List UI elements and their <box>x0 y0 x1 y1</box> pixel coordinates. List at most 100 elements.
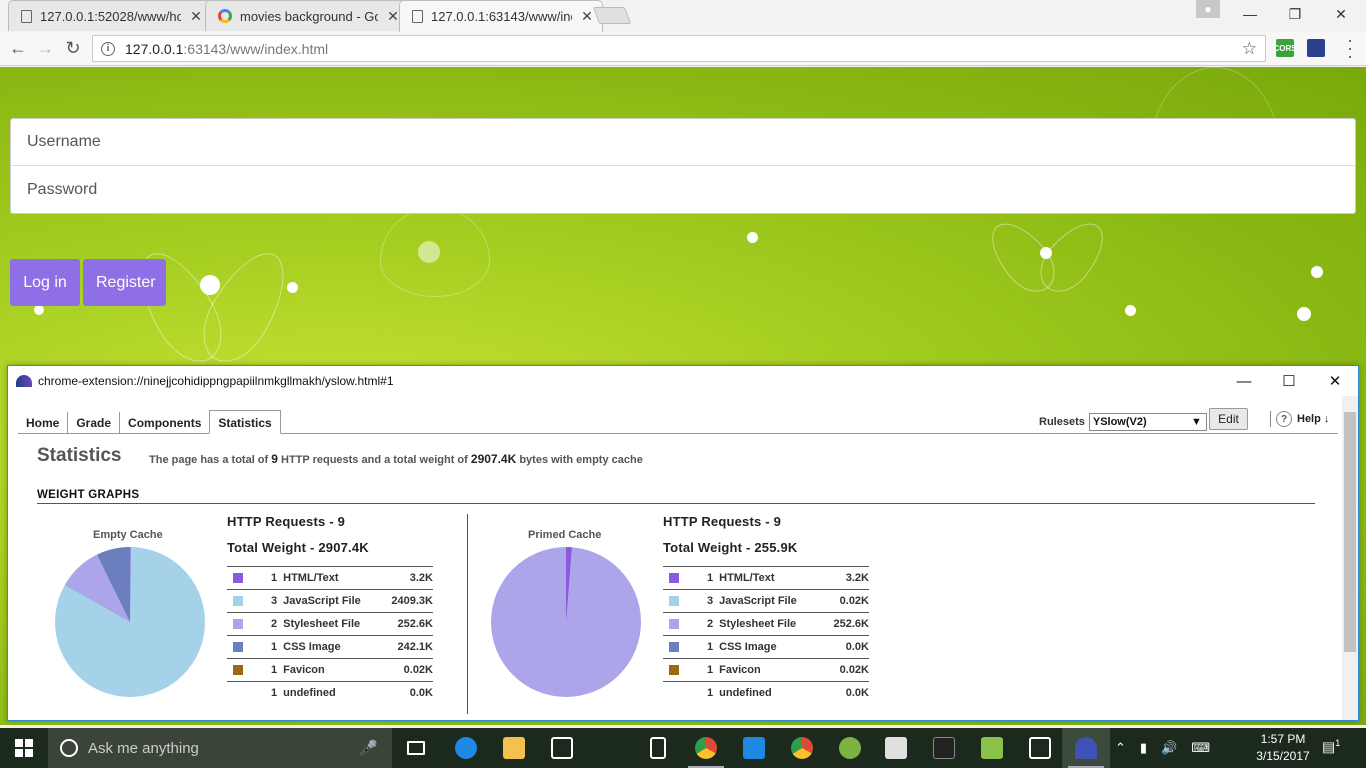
summary-text: HTTP requests and a total weight of <box>281 454 468 466</box>
background-dot <box>200 275 220 295</box>
clock[interactable]: 1:57 PM 3/15/2017 <box>1253 731 1313 765</box>
browser-tab-strip: 127.0.0.1:52028/www/ho ✕ movies backgrou… <box>0 0 1366 32</box>
password-input[interactable] <box>11 166 1355 213</box>
store-icon[interactable] <box>538 728 586 768</box>
close-window-button[interactable]: ✕ <box>1318 0 1364 28</box>
primed-cache-total-weight: Total Weight - 255.9K <box>663 540 798 555</box>
reload-icon[interactable]: ↻ <box>60 35 86 61</box>
row-type: Favicon <box>283 664 325 676</box>
login-button[interactable]: Log in <box>10 259 80 306</box>
tab-grade[interactable]: Grade <box>68 412 121 434</box>
row-count: 3 <box>707 595 714 607</box>
edge-icon[interactable] <box>442 728 490 768</box>
document-icon <box>412 10 423 23</box>
minimize-button[interactable]: — <box>1227 0 1273 28</box>
bookmark-star-icon[interactable]: ☆ <box>1242 39 1257 59</box>
tab-components[interactable]: Components <box>120 412 209 434</box>
row-count: 1 <box>271 687 278 699</box>
windows-logo-icon <box>15 739 33 757</box>
row-type: Stylesheet File <box>719 618 797 630</box>
stats-row: 1 CSS Image 0.0K <box>663 635 869 658</box>
color-swatch <box>233 573 243 583</box>
row-size: 252.6K <box>833 618 869 630</box>
address-bar[interactable]: i 127.0.0.1:63143/www/index.html ☆ <box>92 35 1266 62</box>
row-count: 1 <box>707 641 714 653</box>
background-dot <box>1125 305 1136 316</box>
restore-button[interactable]: ❐ <box>1272 0 1318 28</box>
clock-date: 3/15/2017 <box>1256 749 1310 763</box>
username-input[interactable] <box>11 119 1355 166</box>
photos-icon[interactable] <box>1016 728 1064 768</box>
close-icon[interactable]: ✕ <box>189 8 203 25</box>
browser-tab-2[interactable]: movies background - Go ✕ <box>205 0 409 31</box>
show-hidden-icons-icon[interactable]: ⌃ <box>1115 740 1126 756</box>
green-app-icon[interactable] <box>968 728 1016 768</box>
yslow-extension-icon[interactable] <box>1307 39 1325 57</box>
dropdown-arrow-icon: ▼ <box>1190 416 1202 428</box>
forward-icon[interactable]: → <box>32 35 58 61</box>
help-label[interactable]: Help ↓ <box>1297 413 1329 425</box>
chrome-icon-2[interactable] <box>778 728 826 768</box>
statistics-summary: The page has a total of 9 HTTP requests … <box>149 452 643 466</box>
back-icon[interactable]: ← <box>5 35 31 61</box>
battery-icon[interactable]: ▮ <box>1140 740 1147 756</box>
file-explorer-icon[interactable] <box>490 728 538 768</box>
chrome-icon[interactable] <box>682 728 730 768</box>
url-host: 127.0.0.1 <box>125 40 184 57</box>
help-icon[interactable]: ? <box>1276 411 1292 427</box>
calculator-icon[interactable] <box>634 728 682 768</box>
color-swatch <box>233 596 243 606</box>
help-control[interactable]: ? Help ↓ <box>1270 411 1329 427</box>
yslow-minimize-button[interactable]: — <box>1221 366 1267 396</box>
tab-home[interactable]: Home <box>18 412 69 434</box>
stats-row: 1 Favicon 0.02K <box>227 658 433 681</box>
yslow-close-button[interactable]: ✕ <box>1312 366 1358 396</box>
app-icon[interactable] <box>730 728 778 768</box>
microphone-icon[interactable]: 🎤 <box>359 739 378 757</box>
android-studio-icon[interactable] <box>826 728 874 768</box>
search-placeholder: Ask me anything <box>88 739 199 757</box>
task-view-icon[interactable] <box>392 728 440 768</box>
yslow-window-title: chrome-extension://ninejjcohidippngpapii… <box>38 374 394 388</box>
url-path: :63143/www/index.html <box>183 40 329 57</box>
new-tab-button[interactable] <box>592 7 632 24</box>
heading-rule <box>37 503 1315 504</box>
yslow-scrollbar[interactable] <box>1342 396 1358 720</box>
terminal-icon[interactable] <box>920 728 968 768</box>
stats-row: 1 HTML/Text 3.2K <box>663 566 869 589</box>
browser-tab-3[interactable]: 127.0.0.1:63143/www/inc ✕ <box>399 0 603 32</box>
menu-icon[interactable]: · · · <box>1345 31 1355 65</box>
clock-time: 1:57 PM <box>1260 732 1306 746</box>
profile-icon[interactable]: ● <box>1196 0 1220 18</box>
cortana-search-box[interactable]: Ask me anything 🎤 <box>48 728 392 768</box>
yslow-maximize-button[interactable]: ☐ <box>1266 366 1312 396</box>
register-button[interactable]: Register <box>83 259 166 306</box>
stats-row: 2 Stylesheet File 252.6K <box>227 612 433 635</box>
start-button[interactable] <box>0 728 48 768</box>
cors-extension-icon[interactable]: CORS <box>1273 39 1297 57</box>
color-swatch <box>669 688 679 698</box>
empty-cache-total-weight: Total Weight - 2907.4K <box>227 540 369 555</box>
keyboard-icon[interactable]: ⌨ <box>1191 740 1210 756</box>
background-dot <box>1040 247 1052 259</box>
row-type: JavaScript File <box>719 595 797 607</box>
ruleset-select[interactable]: YSlow(V2) ▼ <box>1088 413 1207 431</box>
row-size: 3.2K <box>845 572 869 584</box>
document-app-icon[interactable] <box>872 728 920 768</box>
yslow-taskbar-icon[interactable] <box>1062 728 1110 768</box>
background-dot <box>418 241 440 263</box>
scrollbar-thumb[interactable] <box>1344 412 1356 652</box>
edit-button[interactable]: Edit <box>1209 408 1248 430</box>
row-count: 1 <box>271 572 278 584</box>
volume-icon[interactable]: 🔊 <box>1161 740 1177 756</box>
row-type: HTML/Text <box>719 572 775 584</box>
close-icon[interactable]: ✕ <box>580 8 594 25</box>
row-type: undefined <box>283 687 336 699</box>
notification-center-icon[interactable]: ▤1 <box>1322 738 1344 758</box>
tab-statistics[interactable]: Statistics <box>209 410 281 434</box>
summary-weight: 2907.4K <box>470 452 517 466</box>
close-icon[interactable]: ✕ <box>386 8 400 25</box>
color-swatch <box>669 573 679 583</box>
info-icon[interactable]: i <box>101 41 115 56</box>
browser-tab-1[interactable]: 127.0.0.1:52028/www/ho ✕ <box>8 0 212 31</box>
